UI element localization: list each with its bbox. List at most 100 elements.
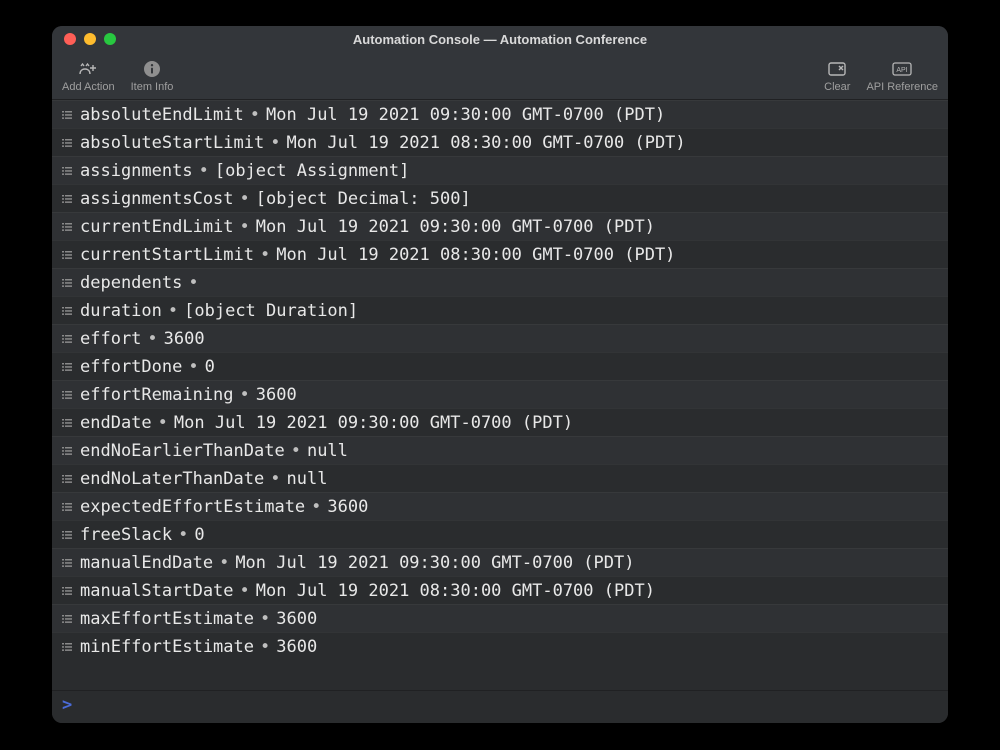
log-row[interactable]: minEffortEstimate• 3600 bbox=[52, 632, 948, 660]
separator-dot: • bbox=[188, 353, 198, 381]
add-action-icon bbox=[78, 59, 98, 79]
clear-label: Clear bbox=[824, 81, 850, 93]
separator-dot: • bbox=[270, 465, 280, 493]
log-value: 3600 bbox=[276, 633, 317, 661]
log-row[interactable]: freeSlack• 0 bbox=[52, 520, 948, 548]
item-info-label: Item Info bbox=[131, 81, 174, 93]
separator-dot: • bbox=[260, 633, 270, 661]
log-value: Mon Jul 19 2021 09:30:00 GMT-0700 (PDT) bbox=[256, 213, 655, 241]
zoom-window-button[interactable] bbox=[104, 33, 116, 45]
log-row[interactable]: endDate• Mon Jul 19 2021 09:30:00 GMT-07… bbox=[52, 408, 948, 436]
log-row[interactable]: effortRemaining• 3600 bbox=[52, 380, 948, 408]
prompt-area: > bbox=[52, 690, 948, 723]
titlebar: Automation Console — Automation Conferen… bbox=[52, 26, 948, 52]
add-action-button[interactable]: Add Action bbox=[62, 59, 115, 93]
separator-dot: • bbox=[291, 437, 301, 465]
log-row[interactable]: effortDone• 0 bbox=[52, 352, 948, 380]
log-value: [object Duration] bbox=[184, 297, 358, 325]
api-reference-button[interactable]: API API Reference bbox=[866, 59, 938, 93]
separator-dot: • bbox=[219, 549, 229, 577]
list-icon bbox=[60, 445, 74, 457]
log-key: duration bbox=[80, 297, 162, 325]
list-icon bbox=[60, 249, 74, 261]
log-value: Mon Jul 19 2021 09:30:00 GMT-0700 (PDT) bbox=[235, 549, 634, 577]
list-icon bbox=[60, 613, 74, 625]
log-key: maxEffortEstimate bbox=[80, 605, 254, 633]
separator-dot: • bbox=[188, 269, 198, 297]
list-icon bbox=[60, 557, 74, 569]
log-key: assignmentsCost bbox=[80, 185, 234, 213]
log-key: dependents bbox=[80, 269, 182, 297]
log-row[interactable]: manualStartDate• Mon Jul 19 2021 08:30:0… bbox=[52, 576, 948, 604]
log-row[interactable]: absoluteEndLimit• Mon Jul 19 2021 09:30:… bbox=[52, 100, 948, 128]
log-value: 3600 bbox=[164, 325, 205, 353]
clear-icon bbox=[827, 59, 847, 79]
log-key: effort bbox=[80, 325, 141, 353]
list-icon bbox=[60, 109, 74, 121]
api-reference-icon: API bbox=[891, 59, 913, 79]
list-icon bbox=[60, 585, 74, 597]
list-icon bbox=[60, 473, 74, 485]
log-row[interactable]: endNoLaterThanDate• null bbox=[52, 464, 948, 492]
log-key: currentStartLimit bbox=[80, 241, 254, 269]
separator-dot: • bbox=[178, 521, 188, 549]
log-value: 3600 bbox=[256, 381, 297, 409]
minimize-window-button[interactable] bbox=[84, 33, 96, 45]
separator-dot: • bbox=[199, 157, 209, 185]
window-controls bbox=[64, 33, 116, 45]
log-value: Mon Jul 19 2021 09:30:00 GMT-0700 (PDT) bbox=[174, 409, 573, 437]
log-row[interactable]: maxEffortEstimate• 3600 bbox=[52, 604, 948, 632]
separator-dot: • bbox=[168, 297, 178, 325]
separator-dot: • bbox=[147, 325, 157, 353]
log-row[interactable]: currentEndLimit• Mon Jul 19 2021 09:30:0… bbox=[52, 212, 948, 240]
log-value: 3600 bbox=[276, 605, 317, 633]
log-row[interactable]: currentStartLimit• Mon Jul 19 2021 08:30… bbox=[52, 240, 948, 268]
log-row[interactable]: effort• 3600 bbox=[52, 324, 948, 352]
list-icon bbox=[60, 501, 74, 513]
app-window: Automation Console — Automation Conferen… bbox=[52, 26, 948, 723]
log-row[interactable]: assignmentsCost• [object Decimal: 500] bbox=[52, 184, 948, 212]
list-icon bbox=[60, 305, 74, 317]
log-key: endDate bbox=[80, 409, 152, 437]
log-key: manualEndDate bbox=[80, 549, 213, 577]
log-value: null bbox=[307, 437, 348, 465]
log-row[interactable]: assignments• [object Assignment] bbox=[52, 156, 948, 184]
close-window-button[interactable] bbox=[64, 33, 76, 45]
list-icon bbox=[60, 193, 74, 205]
console-output[interactable]: absoluteEndLimit• Mon Jul 19 2021 09:30:… bbox=[52, 100, 948, 690]
log-value: 3600 bbox=[327, 493, 368, 521]
console-input[interactable] bbox=[78, 695, 938, 715]
list-icon bbox=[60, 417, 74, 429]
list-icon bbox=[60, 641, 74, 653]
log-value: 0 bbox=[194, 521, 204, 549]
log-value: null bbox=[286, 465, 327, 493]
clear-button[interactable]: Clear bbox=[824, 59, 850, 93]
log-value: 0 bbox=[205, 353, 215, 381]
log-value: Mon Jul 19 2021 08:30:00 GMT-0700 (PDT) bbox=[276, 241, 675, 269]
log-row[interactable]: manualEndDate• Mon Jul 19 2021 09:30:00 … bbox=[52, 548, 948, 576]
log-key: absoluteStartLimit bbox=[80, 129, 264, 157]
separator-dot: • bbox=[240, 577, 250, 605]
svg-text:API: API bbox=[897, 67, 908, 74]
list-icon bbox=[60, 333, 74, 345]
log-key: expectedEffortEstimate bbox=[80, 493, 305, 521]
log-row[interactable]: absoluteStartLimit• Mon Jul 19 2021 08:3… bbox=[52, 128, 948, 156]
log-key: assignments bbox=[80, 157, 193, 185]
separator-dot: • bbox=[260, 241, 270, 269]
list-icon bbox=[60, 529, 74, 541]
list-icon bbox=[60, 165, 74, 177]
add-action-label: Add Action bbox=[62, 81, 115, 93]
log-key: currentEndLimit bbox=[80, 213, 234, 241]
log-value: Mon Jul 19 2021 09:30:00 GMT-0700 (PDT) bbox=[266, 101, 665, 129]
item-info-button[interactable]: Item Info bbox=[131, 59, 174, 93]
log-row[interactable]: dependents• bbox=[52, 268, 948, 296]
separator-dot: • bbox=[240, 381, 250, 409]
separator-dot: • bbox=[311, 493, 321, 521]
log-value: [object Assignment] bbox=[215, 157, 409, 185]
log-row[interactable]: endNoEarlierThanDate• null bbox=[52, 436, 948, 464]
log-row[interactable]: expectedEffortEstimate• 3600 bbox=[52, 492, 948, 520]
separator-dot: • bbox=[240, 213, 250, 241]
separator-dot: • bbox=[240, 185, 250, 213]
log-row[interactable]: duration• [object Duration] bbox=[52, 296, 948, 324]
separator-dot: • bbox=[260, 605, 270, 633]
